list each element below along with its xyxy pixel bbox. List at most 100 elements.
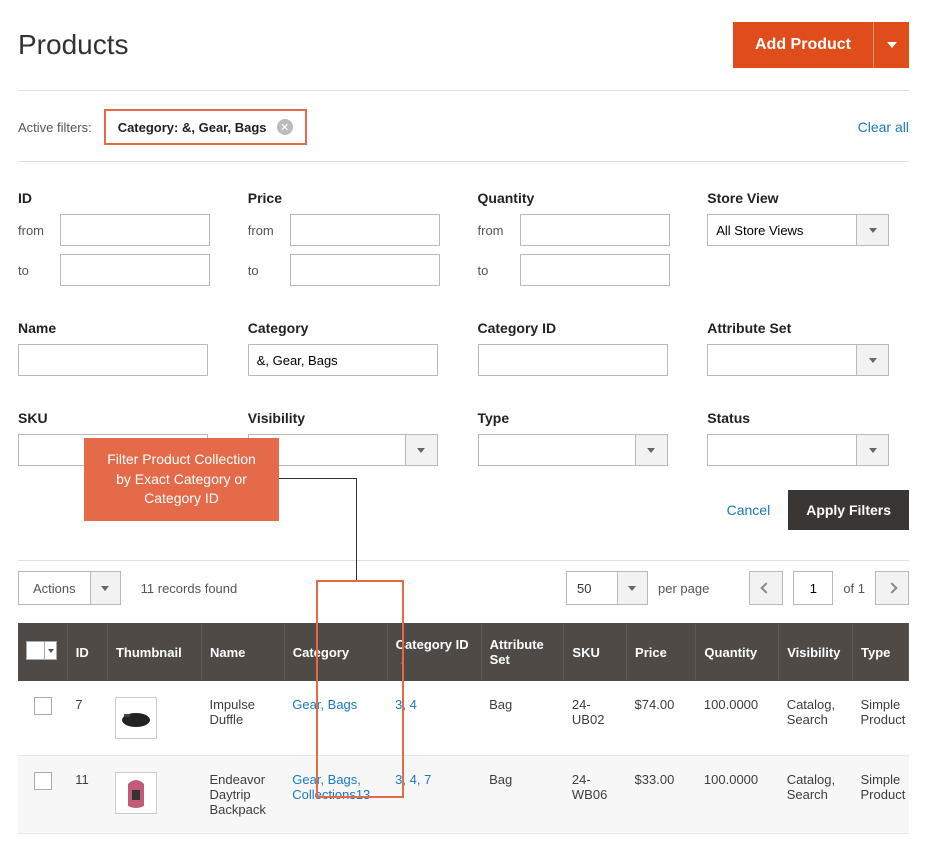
- status-dropdown[interactable]: [857, 434, 889, 466]
- sort-arrow-icon: ↓: [400, 655, 406, 667]
- table-row[interactable]: 7 Impulse Duffle Gear, Bags 3, 4 Bag 24-…: [18, 681, 909, 756]
- category-input[interactable]: [248, 344, 438, 376]
- col-attribute-set[interactable]: Attribute Set: [481, 623, 564, 681]
- category-link[interactable]: Gear, Bags: [292, 697, 357, 712]
- active-filter-chip-text: Category: &, Gear, Bags: [118, 120, 267, 135]
- per-page-label: per page: [658, 581, 709, 596]
- quantity-to-input[interactable]: [520, 254, 670, 286]
- cell-price: $74.00: [627, 681, 696, 756]
- filter-status: Status: [707, 410, 909, 466]
- col-type[interactable]: Type: [853, 623, 909, 681]
- select-all-checkbox[interactable]: [26, 641, 45, 660]
- select-all-toggle[interactable]: [45, 641, 57, 660]
- col-category-id[interactable]: Category ID↓: [387, 623, 481, 681]
- filter-category-label: Category: [248, 320, 450, 336]
- cell-attribute-set: Bag: [481, 681, 564, 756]
- col-sku[interactable]: SKU: [564, 623, 627, 681]
- attribute-set-select[interactable]: [707, 344, 857, 376]
- bag-icon: [119, 708, 153, 728]
- row-checkbox[interactable]: [34, 697, 52, 715]
- active-filter-chip: Category: &, Gear, Bags ✕: [104, 109, 307, 145]
- page-total: of 1: [843, 581, 865, 596]
- attribute-set-dropdown[interactable]: [857, 344, 889, 376]
- filter-name-label: Name: [18, 320, 220, 336]
- table-row[interactable]: 11 Endeavor Daytrip Backpack Gear, Bags,…: [18, 756, 909, 834]
- name-input[interactable]: [18, 344, 208, 376]
- active-filters-label: Active filters:: [18, 120, 92, 135]
- store-view-select[interactable]: [707, 214, 857, 246]
- id-from-input[interactable]: [60, 214, 210, 246]
- filter-visibility-label: Visibility: [248, 410, 450, 426]
- cell-name: Impulse Duffle: [201, 681, 284, 756]
- backpack-icon: [122, 776, 150, 810]
- col-quantity[interactable]: Quantity: [696, 623, 779, 681]
- cell-category: Gear, Bags, Collections13: [284, 756, 387, 834]
- price-to-input[interactable]: [290, 254, 440, 286]
- filter-id-label: ID: [18, 190, 220, 206]
- store-view-dropdown[interactable]: [857, 214, 889, 246]
- filter-attribute-set-label: Attribute Set: [707, 320, 909, 336]
- id-to-input[interactable]: [60, 254, 210, 286]
- filter-panel: ID from to Price from to Quantity from t…: [18, 162, 909, 466]
- cell-category: Gear, Bags: [284, 681, 387, 756]
- clear-all-link[interactable]: Clear all: [858, 119, 909, 135]
- cancel-link[interactable]: Cancel: [727, 502, 771, 518]
- cell-category-id: 3, 4, 7: [387, 756, 481, 834]
- type-select[interactable]: [478, 434, 636, 466]
- col-checkbox: [18, 623, 67, 681]
- cell-name: Endeavor Daytrip Backpack: [201, 756, 284, 834]
- caret-down-icon: [628, 586, 636, 591]
- add-product-dropdown[interactable]: [873, 22, 909, 68]
- caret-down-icon: [647, 448, 655, 453]
- table-header-row: ID Thumbnail Name Category Category ID↓ …: [18, 623, 909, 681]
- apply-filters-button[interactable]: Apply Filters: [788, 490, 909, 530]
- filter-category-id-label: Category ID: [478, 320, 680, 336]
- grid-toolbar: Actions 11 records found 50 per page of …: [18, 560, 909, 615]
- actions-label: Actions: [19, 572, 90, 604]
- caret-down-icon: [869, 228, 877, 233]
- cell-thumbnail: [107, 681, 201, 756]
- visibility-dropdown[interactable]: [406, 434, 438, 466]
- quantity-from-input[interactable]: [520, 214, 670, 246]
- cell-sku: 24-UB02: [564, 681, 627, 756]
- filter-type-label: Type: [478, 410, 680, 426]
- actions-dropdown[interactable]: Actions: [18, 571, 121, 605]
- filter-price: Price from to: [248, 190, 450, 286]
- prev-page-button[interactable]: [749, 571, 783, 605]
- row-checkbox[interactable]: [34, 772, 52, 790]
- type-dropdown[interactable]: [636, 434, 668, 466]
- col-visibility[interactable]: Visibility: [779, 623, 853, 681]
- callout-connector-h: [279, 478, 357, 479]
- page-input[interactable]: [793, 571, 833, 605]
- add-product-group: Add Product: [733, 22, 909, 68]
- filter-price-label: Price: [248, 190, 450, 206]
- records-found: 11 records found: [141, 581, 238, 596]
- caret-down-icon: [101, 586, 109, 591]
- filter-store-view-label: Store View: [707, 190, 909, 206]
- filter-category-id: Category ID: [478, 320, 680, 376]
- cell-category-id: 3, 4: [387, 681, 481, 756]
- category-id-input[interactable]: [478, 344, 668, 376]
- cell-id: 7: [67, 681, 107, 756]
- price-from-input[interactable]: [290, 214, 440, 246]
- per-page-select[interactable]: 50: [566, 571, 648, 605]
- chevron-right-icon: [886, 582, 897, 593]
- cell-visibility: Catalog, Search: [779, 756, 853, 834]
- category-link[interactable]: Gear, Bags, Collections13: [292, 772, 370, 802]
- filter-name: Name: [18, 320, 220, 376]
- col-category[interactable]: Category: [284, 623, 387, 681]
- cell-attribute-set: Bag: [481, 756, 564, 834]
- actions-toggle[interactable]: [90, 572, 120, 604]
- add-product-button[interactable]: Add Product: [733, 22, 873, 68]
- per-page-toggle[interactable]: [618, 571, 648, 605]
- col-name[interactable]: Name: [201, 623, 284, 681]
- col-id[interactable]: ID: [67, 623, 107, 681]
- category-id-link[interactable]: 3, 4: [395, 697, 417, 712]
- next-page-button[interactable]: [875, 571, 909, 605]
- category-id-link[interactable]: 3, 4, 7: [395, 772, 431, 787]
- status-select[interactable]: [707, 434, 857, 466]
- chevron-left-icon: [761, 582, 772, 593]
- col-price[interactable]: Price: [627, 623, 696, 681]
- remove-filter-icon[interactable]: ✕: [277, 119, 293, 135]
- col-thumbnail[interactable]: Thumbnail: [107, 623, 201, 681]
